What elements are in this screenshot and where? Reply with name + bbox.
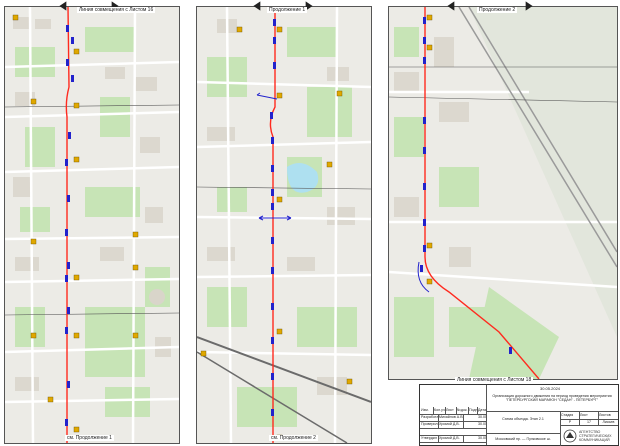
name: Хромой Д.В. [438, 421, 464, 428]
title-date: 30.05.2024 [540, 386, 561, 391]
name: Хромой Д.В. [438, 435, 464, 442]
panel-3-bottom-label: Линия совмещения с Листом 18 [455, 377, 534, 383]
map-panel-1-svg [5, 7, 179, 443]
title-description: Организация дорожного движения на период… [492, 394, 612, 403]
stamp-header-col: Изм. [420, 407, 434, 414]
role: Разработал [421, 414, 439, 421]
panel-1-top-label: Линия совмещения с Листом 16 [77, 7, 156, 13]
org-cell: АГЕНТСТВО СТРАТЕГИЧЕСКИХ КОММУНИКАЦИЙ [560, 425, 618, 446]
map-panel-1: Линия совмещения с Листом 16 см. Продолж… [4, 6, 180, 444]
panel-1-bottom-label: см. Продолжение 1 [65, 435, 114, 441]
location-text: Московский пр. — Пулковское ш. [495, 437, 551, 441]
sheet-title: Схема объезда. Этап 2.1 [502, 417, 544, 421]
org-logo-icon [563, 429, 577, 443]
panel-3-top-label: Продолжение 2 [477, 7, 518, 13]
stamp-rows: Изм. Кол.уч. Лист №док. Подп. Дата Разра… [420, 385, 487, 445]
stadium [149, 289, 165, 305]
panel-2-bottom-label: см. Продолжение 2 [269, 435, 318, 441]
map-panel-2-svg [197, 7, 371, 443]
title-block: 30.05.2024 Организация дорожного движени… [419, 384, 619, 446]
role: Проверил [421, 421, 439, 428]
name: Михайлов А.В. [439, 414, 464, 421]
map-panel-3-svg [389, 7, 617, 379]
map-panel-2: Продолжение 1 см. Продолжение 2 [196, 6, 372, 444]
sheet-title-cell: Схема объезда. Этап 2.1 [486, 411, 561, 434]
panel-2-top-label: Продолжение 1 [267, 7, 308, 13]
map-panel-3: Продолжение 2 [388, 6, 618, 380]
stage-table: Стадия Лист Листов Р 17 Лисьев [560, 411, 618, 426]
role: Утвердил [420, 435, 439, 442]
location-cell: Московский пр. — Пулковское ш. [486, 433, 561, 446]
org-name: АГЕНТСТВО СТРАТЕГИЧЕСКИХ КОММУНИКАЦИЙ [579, 430, 612, 443]
stamp-row: Утвердил Хромой Д.В. 30.05 [420, 435, 487, 443]
